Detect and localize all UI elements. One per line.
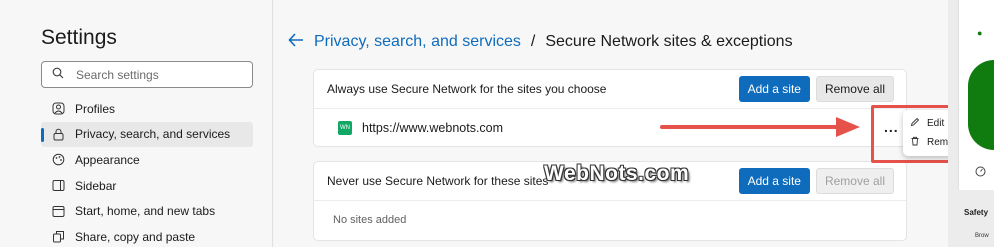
site-favicon: WN: [338, 121, 352, 135]
home-icon: [51, 204, 65, 218]
status-graphic: [968, 60, 994, 150]
sidebar-item-start-home[interactable]: Start, home, and new tabs: [41, 198, 253, 224]
search-input[interactable]: [76, 67, 236, 82]
annotation-arrow: [660, 125, 840, 129]
add-site-button[interactable]: Add a site: [738, 168, 810, 194]
annotation-arrow-head: [836, 117, 860, 137]
empty-state-text: No sites added: [333, 214, 407, 226]
sidebar-icon: [51, 179, 65, 193]
sidebar-item-label: Start, home, and new tabs: [75, 204, 216, 219]
always-secure-network-card: Always use Secure Network for the sites …: [313, 69, 907, 147]
section-title: Never use Secure Network for these sites: [327, 174, 549, 188]
search-icon: [52, 66, 64, 84]
page-title: Secure Network sites & exceptions: [545, 33, 793, 50]
site-url: https://www.webnots.com: [362, 121, 504, 135]
trash-icon: [910, 136, 920, 149]
right-panel-label: Safety: [964, 208, 989, 217]
sidebar-item-label: Share, copy and paste: [75, 229, 196, 244]
more-actions-button[interactable]: ...: [884, 119, 899, 135]
sidebar-item-appearance[interactable]: Appearance: [41, 147, 253, 173]
appearance-icon: [51, 153, 65, 167]
sidebar-item-sidebar[interactable]: Sidebar: [41, 173, 253, 199]
sidebar-item-profiles[interactable]: Profiles: [41, 96, 253, 122]
settings-sidebar: Settings Profiles Privacy, search, and s…: [0, 0, 273, 247]
sidebar-item-privacy[interactable]: Privacy, search, and services: [41, 121, 253, 148]
add-site-button[interactable]: Add a site: [738, 76, 810, 102]
share-icon: [51, 230, 65, 244]
profile-icon: [51, 102, 65, 116]
sidebar-item-label: Privacy, search, and services: [75, 127, 231, 142]
back-arrow-icon[interactable]: [288, 32, 304, 52]
remove-all-button: Remove all: [815, 168, 894, 194]
leaf-icon: ●: [977, 28, 983, 38]
sidebar-item-share-copy[interactable]: Share, copy and paste: [41, 224, 253, 247]
breadcrumb: Privacy, search, and services / Secure N…: [288, 32, 793, 52]
right-panel-sub-label: Brow: [975, 233, 989, 239]
remove-all-button[interactable]: Remove all: [815, 76, 894, 102]
breadcrumb-separator: /: [530, 33, 536, 50]
breadcrumb-link[interactable]: Privacy, search, and services: [314, 33, 521, 51]
settings-title: Settings: [41, 26, 117, 49]
gauge-icon: [975, 166, 986, 180]
search-box[interactable]: [41, 61, 253, 88]
watermark: WebNots.com: [544, 162, 690, 185]
sidebar-item-label: Profiles: [75, 101, 116, 116]
menu-item-label: Edit: [927, 118, 945, 129]
sidebar-item-label: Appearance: [75, 152, 140, 167]
sidebar-item-label: Sidebar: [75, 178, 117, 193]
lock-icon: [51, 127, 65, 141]
settings-nav: Profiles Privacy, search, and services A…: [41, 96, 253, 247]
section-title: Always use Secure Network for the sites …: [327, 82, 607, 96]
pencil-icon: [910, 117, 920, 130]
